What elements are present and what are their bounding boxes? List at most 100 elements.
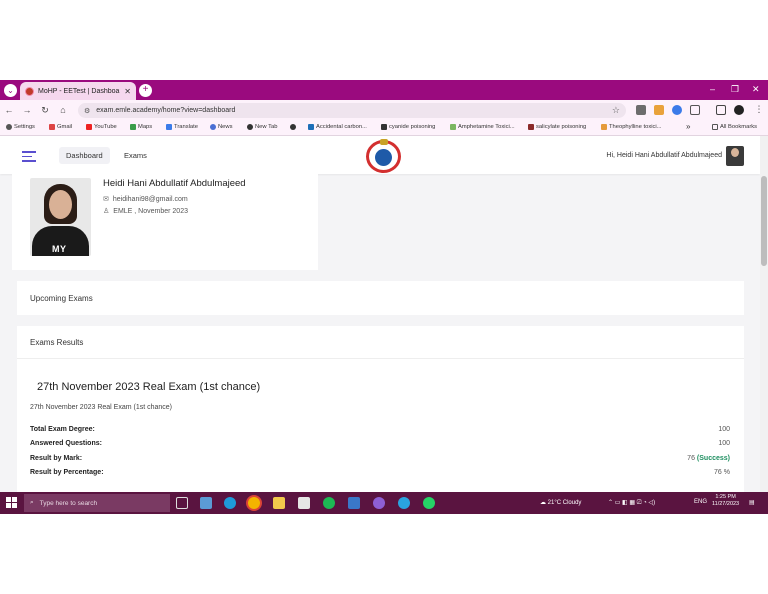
screenshot-area: ⌄ MoHP - EETest | Dashboard ✕ + – ❐ ✕ ← … xyxy=(0,80,768,514)
bookmark-item[interactable]: Amphetamine Toxici... xyxy=(450,124,515,130)
extension-icon[interactable] xyxy=(672,105,682,115)
minimize-icon[interactable]: – xyxy=(710,84,715,94)
store-icon[interactable] xyxy=(298,497,310,509)
window-close-icon[interactable]: ✕ xyxy=(752,84,760,95)
profile-icon[interactable] xyxy=(734,105,744,115)
bookmark-star-icon[interactable]: ☆ xyxy=(612,105,620,116)
restore-icon[interactable]: ❐ xyxy=(731,84,739,95)
home-icon[interactable]: ⌂ xyxy=(54,105,72,115)
clock[interactable]: 1:25 PM 11/27/2023 xyxy=(712,494,739,508)
site-icon xyxy=(450,124,456,130)
weather-widget[interactable]: ☁ 21°C Cloudy xyxy=(540,499,581,506)
language-indicator[interactable]: ENG xyxy=(694,499,707,505)
user-icon: ♙ xyxy=(103,208,110,215)
tab-search-icon[interactable]: ⌄ xyxy=(4,84,17,97)
site-icon xyxy=(308,124,314,130)
browser-tab[interactable]: MoHP - EETest | Dashboard ✕ xyxy=(20,82,136,100)
profile-email: heidihani98@gmail.com xyxy=(112,195,188,203)
cloud-icon: ☁ xyxy=(540,500,546,506)
bookmark-item[interactable]: Theophylline toxici... xyxy=(601,124,662,130)
ministry-logo xyxy=(366,139,401,173)
app-header: Dashboard Exams Hi, Heidi Hani Abdullati… xyxy=(0,136,760,174)
nav-exams[interactable]: Exams xyxy=(117,147,154,164)
profile-meta-row: ♙ EMLE , November 2023 xyxy=(103,207,188,216)
status-badge: (Success) xyxy=(696,455,730,462)
windows-taskbar: ⌕ Type here to search ☁ 21°C Cloudy ⌃ ▭ … xyxy=(0,492,768,514)
site-icon xyxy=(381,124,387,130)
tray-icons[interactable]: ⌃ ▭ ◧ ▦ ⎚ ◔ ◁) xyxy=(608,499,655,507)
menu-kebab-icon[interactable]: ⋮ xyxy=(750,104,768,115)
user-greeting[interactable]: Hi, Heidi Hani Abdullatif Abdulmajeed xyxy=(606,152,722,159)
bookmark-item[interactable]: New Tab xyxy=(247,124,277,130)
url-text: exam.emle.academy/home?view=dashboard xyxy=(96,107,236,114)
folder-icon xyxy=(712,124,718,130)
bookmark-item[interactable]: salicylate poisoning xyxy=(528,124,586,130)
result-row: Total Exam Degree: 100 xyxy=(30,426,730,433)
extension-icon[interactable] xyxy=(636,105,646,115)
bookmark-item[interactable]: Translate xyxy=(166,124,198,130)
app-icon[interactable] xyxy=(200,497,212,509)
all-bookmarks-folder[interactable]: All Bookmarks xyxy=(712,124,757,130)
extension-icon[interactable] xyxy=(654,105,664,115)
search-placeholder: Type here to search xyxy=(39,499,98,507)
exam-title: 27th November 2023 Real Exam (1st chance… xyxy=(37,381,261,393)
more-bookmarks-icon[interactable]: » xyxy=(686,122,690,131)
whatsapp-icon[interactable] xyxy=(423,497,435,509)
spotify-icon[interactable] xyxy=(323,497,335,509)
close-tab-icon[interactable]: ✕ xyxy=(124,87,131,96)
upcoming-exams-card: Upcoming Exams xyxy=(17,281,744,315)
profile-photo: MY xyxy=(30,178,91,256)
avatar[interactable] xyxy=(726,146,744,166)
bookmark-item[interactable]: Gmail xyxy=(49,124,72,130)
bookmark-item[interactable]: Settings xyxy=(6,124,35,130)
reload-icon[interactable]: ↻ xyxy=(36,105,54,116)
windows-start-icon[interactable] xyxy=(6,497,17,508)
task-view-icon[interactable] xyxy=(176,497,188,509)
bookmark-item[interactable]: Maps xyxy=(130,124,152,130)
globe-icon xyxy=(247,124,253,130)
gmail-icon xyxy=(49,124,55,130)
side-panel-icon[interactable] xyxy=(716,105,726,115)
forward-icon[interactable]: → xyxy=(18,105,36,115)
result-row: Result by Percentage: 76 % xyxy=(30,469,730,476)
new-tab-icon[interactable]: + xyxy=(139,84,152,97)
media-icon[interactable] xyxy=(373,497,385,509)
file-explorer-icon[interactable] xyxy=(273,497,285,509)
notifications-icon[interactable]: ▤ xyxy=(749,499,755,506)
exam-results-title: Exams Results xyxy=(30,338,84,347)
bookmark-item[interactable]: News xyxy=(210,124,233,130)
address-bar[interactable]: ⚙ exam.emle.academy/home?view=dashboard … xyxy=(78,103,626,118)
tab-favicon-icon xyxy=(25,86,34,96)
mail-icon[interactable] xyxy=(348,497,360,509)
nav-dashboard[interactable]: Dashboard xyxy=(59,147,110,164)
site-icon xyxy=(528,124,534,130)
site-icon xyxy=(601,124,607,130)
profile-meta: EMLE , November 2023 xyxy=(113,207,188,215)
profile-name: Heidi Hani Abdullatif Abdulmajeed xyxy=(103,178,246,189)
tab-title: MoHP - EETest | Dashboard xyxy=(38,87,121,95)
upcoming-exams-title: Upcoming Exams xyxy=(30,294,93,303)
menu-hamburger-icon[interactable] xyxy=(22,151,36,165)
taskbar-search[interactable]: ⌕ Type here to search xyxy=(24,494,170,512)
browser-toolbar: ← → ↻ ⌂ ⚙ exam.emle.academy/home?view=da… xyxy=(0,100,768,120)
bookmarks-bar: Settings Gmail YouTube Maps Translate Ne… xyxy=(0,120,768,136)
chrome-icon[interactable] xyxy=(248,497,260,509)
bookmark-item[interactable]: cyanide poisoning xyxy=(381,124,435,130)
translate-icon xyxy=(166,124,172,130)
bookmark-item[interactable]: YouTube xyxy=(86,124,117,130)
globe-icon xyxy=(290,124,296,130)
exam-subtitle: 27th November 2023 Real Exam (1st chance… xyxy=(30,404,173,411)
gear-icon xyxy=(6,124,12,130)
site-info-icon[interactable]: ⚙ xyxy=(84,107,90,115)
page-scrollbar[interactable] xyxy=(760,136,768,492)
news-icon xyxy=(210,124,216,130)
profile-email-row: ✉ heidihani98@gmail.com xyxy=(103,195,188,204)
edge-icon[interactable] xyxy=(224,497,236,509)
search-icon: ⌕ xyxy=(30,499,34,506)
mail-icon: ✉ xyxy=(103,196,109,203)
extensions-puzzle-icon[interactable] xyxy=(690,105,700,115)
back-icon[interactable]: ← xyxy=(0,105,18,115)
bookmark-item[interactable]: Accidental carbon... xyxy=(308,124,367,130)
telegram-icon[interactable] xyxy=(398,497,410,509)
bookmark-item[interactable] xyxy=(290,124,296,130)
